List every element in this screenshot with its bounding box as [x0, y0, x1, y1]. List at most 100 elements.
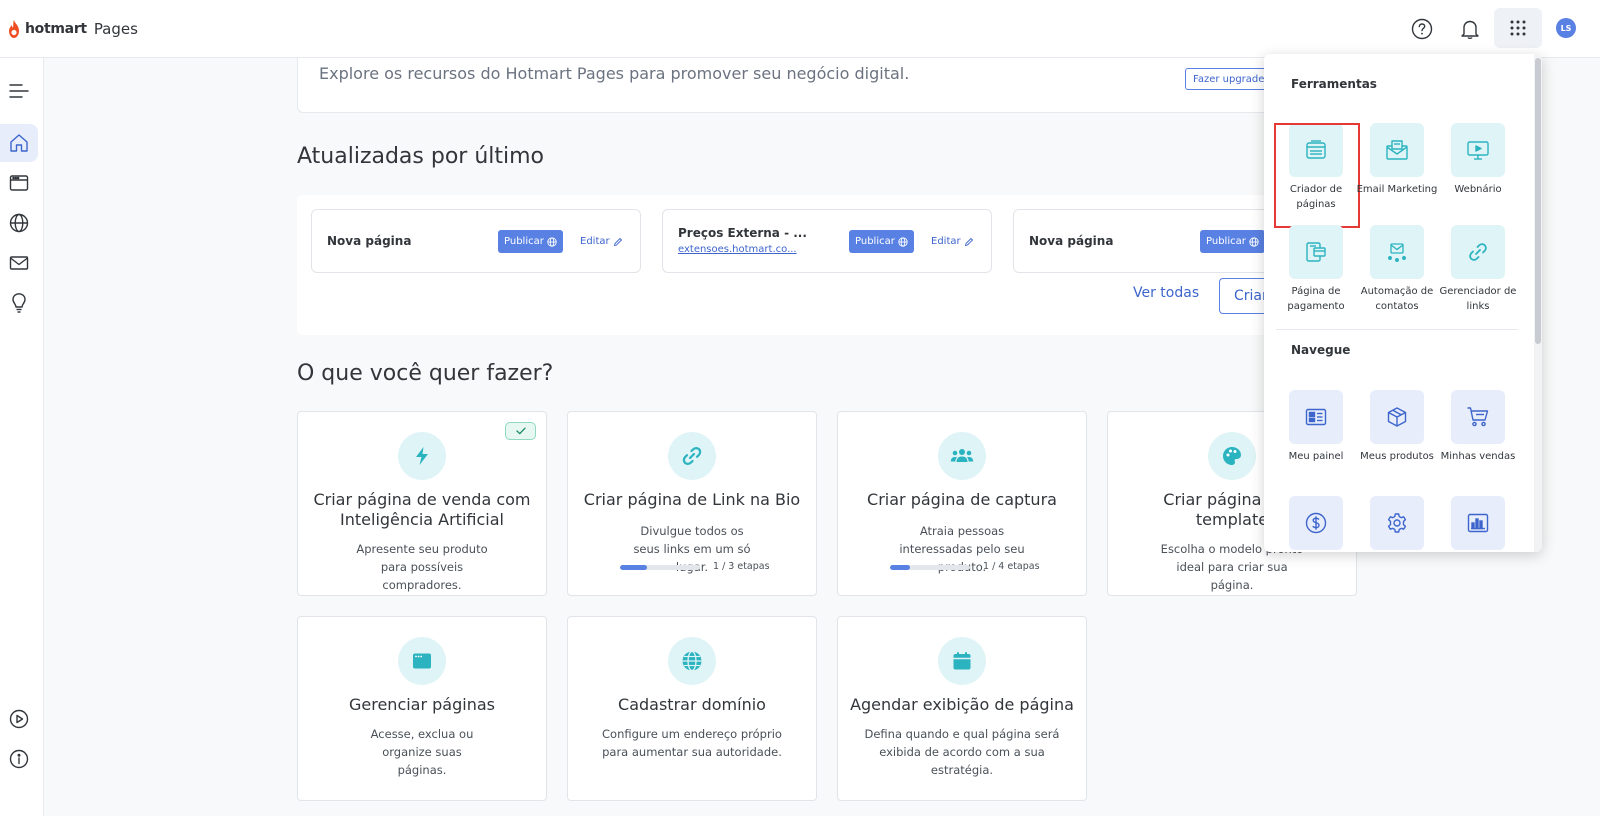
action-title: Agendar exibição de página: [850, 695, 1074, 714]
publish-button[interactable]: Publicar: [849, 230, 914, 253]
action-card-register-domain[interactable]: Cadastrar domínio Configure um endereço …: [567, 616, 817, 801]
pencil-icon: [613, 237, 622, 246]
pencil-icon: [964, 237, 973, 246]
tool-label: Página de pagamento: [1287, 286, 1345, 312]
progress-text: 1 / 4 etapas: [983, 561, 1040, 572]
globe-icon: [668, 637, 716, 685]
apps-dropdown-menu: Ferramentas Criador de páginas Email Mar…: [1264, 54, 1542, 552]
progress-bar: [890, 565, 970, 570]
upgrade-button[interactable]: Fazer upgrade: [1185, 68, 1273, 90]
nav-my-sales[interactable]: Minhas vendas: [1437, 390, 1519, 464]
tool-link-manager[interactable]: Gerenciador de links: [1437, 225, 1519, 314]
action-card-schedule-page[interactable]: Agendar exibição de página Defina quando…: [837, 616, 1087, 801]
recent-page-card[interactable]: Nova página Publicar Editar: [311, 209, 641, 273]
nav-my-dashboard[interactable]: Meu painel: [1275, 390, 1357, 464]
palette-icon: [1208, 432, 1256, 480]
product-name: Pages: [93, 20, 138, 38]
action-title: Cadastrar domínio: [618, 695, 766, 714]
publish-button[interactable]: Publicar: [498, 230, 563, 253]
actions-section-title: O que você quer fazer?: [297, 361, 554, 386]
info-icon[interactable]: [0, 740, 38, 778]
contact-automation-icon: [1370, 225, 1424, 279]
top-bar: hotmart Pages LS: [0, 0, 1600, 58]
tool-payment-page[interactable]: Página de pagamento: [1275, 225, 1357, 314]
apps-grid-icon[interactable]: [1494, 8, 1542, 48]
banner-text: Explore os recursos do Hotmart Pages par…: [319, 64, 910, 83]
bar-chart-icon: [1451, 496, 1505, 550]
publish-label: Publicar: [504, 236, 544, 247]
dropdown-scrollbar-thumb[interactable]: [1535, 58, 1541, 344]
window-icon: [398, 637, 446, 685]
nav-analytics[interactable]: [1437, 496, 1519, 550]
highlight-box: [1274, 123, 1360, 228]
globe-icon[interactable]: [0, 204, 38, 242]
hotmart-logo[interactable]: hotmart Pages: [6, 18, 138, 40]
help-icon[interactable]: [1406, 13, 1438, 45]
payment-page-icon: [1289, 225, 1343, 279]
action-description: Configure um endereço próprio para aumen…: [602, 727, 782, 759]
recent-page-card[interactable]: Preços Externa - ... extensoes.hotmart.c…: [662, 209, 992, 273]
bell-icon[interactable]: [1454, 13, 1486, 45]
mail-icon[interactable]: [0, 244, 38, 282]
recent-section-title: Atualizadas por último: [297, 144, 545, 169]
action-description: Acesse, exclua ou organize suas páginas.: [370, 727, 474, 777]
publish-label: Publicar: [855, 236, 895, 247]
edit-button[interactable]: Editar: [931, 230, 974, 253]
action-description: Defina quando e qual página será exibida…: [864, 727, 1060, 777]
action-card-link-in-bio[interactable]: Criar página de Link na Bio Divulgue tod…: [567, 411, 817, 596]
progress-row: 1 / 4 etapas: [890, 561, 1050, 573]
box-icon: [1370, 390, 1424, 444]
tool-webinar[interactable]: Webnário: [1437, 123, 1519, 197]
progress-fill: [620, 565, 647, 570]
nav-finance[interactable]: [1275, 496, 1357, 550]
edit-button[interactable]: Editar: [580, 230, 623, 253]
tool-label: Gerenciador de links: [1439, 286, 1517, 312]
tool-label: Automação de contatos: [1360, 286, 1434, 312]
tool-label: Webnário: [1454, 184, 1502, 195]
sidebar: [0, 58, 44, 816]
settings-icon: [1370, 496, 1424, 550]
action-card-manage-pages[interactable]: Gerenciar páginas Acesse, exclua ou orga…: [297, 616, 547, 801]
edit-label: Editar: [931, 236, 961, 247]
see-all-link[interactable]: Ver todas: [1133, 285, 1199, 301]
nav-label: Meu painel: [1288, 451, 1344, 462]
cart-icon: [1451, 390, 1505, 444]
email-marketing-icon: [1370, 123, 1424, 177]
dropdown-scrollbar[interactable]: [1534, 54, 1542, 552]
publish-label: Publicar: [1206, 236, 1246, 247]
tool-page-builder[interactable]: Criador de páginas: [1274, 123, 1360, 228]
calendar-icon: [938, 637, 986, 685]
nav-my-products[interactable]: Meus produtos: [1356, 390, 1438, 464]
progress-bar: [620, 565, 700, 570]
action-card-ai-sales-page[interactable]: Criar página de venda com Inteligência A…: [297, 411, 547, 596]
progress-text: 1 / 3 etapas: [713, 561, 770, 572]
dollar-icon: [1289, 496, 1343, 550]
menu-icon[interactable]: [0, 72, 38, 110]
avatar[interactable]: LS: [1556, 18, 1576, 38]
globe-icon: [1249, 236, 1259, 247]
publish-button[interactable]: Publicar: [1200, 230, 1265, 253]
recent-page-name: Nova página: [1029, 234, 1114, 248]
action-description: Apresente seu produto para possíveis com…: [356, 542, 488, 592]
brand-name: hotmart: [25, 21, 87, 37]
action-card-capture-page[interactable]: Criar página de captura Atraia pessoas i…: [837, 411, 1087, 596]
edit-label: Editar: [580, 236, 610, 247]
flame-icon: [9, 20, 19, 38]
home-icon[interactable]: [0, 124, 38, 162]
play-circle-icon[interactable]: [0, 700, 38, 738]
link-icon: [668, 432, 716, 480]
progress-row: 1 / 3 etapas: [620, 561, 780, 573]
tool-contact-automation[interactable]: Automação de contatos: [1356, 225, 1438, 314]
globe-icon: [547, 236, 557, 247]
browser-window-icon[interactable]: [0, 164, 38, 202]
action-title: Criar página de Link na Bio: [583, 490, 801, 509]
tools-heading: Ferramentas: [1291, 77, 1377, 91]
nav-settings[interactable]: [1356, 496, 1438, 550]
upgrade-banner: Explore os recursos do Hotmart Pages par…: [297, 58, 1357, 113]
recent-page-link[interactable]: extensoes.hotmart.co...: [678, 244, 797, 255]
lightbulb-icon[interactable]: [0, 284, 38, 322]
tool-email-marketing[interactable]: Email Marketing: [1356, 123, 1438, 197]
tool-label: Email Marketing: [1356, 184, 1438, 195]
action-title: Gerenciar páginas: [348, 695, 495, 714]
recent-page-name: Nova página: [327, 234, 412, 248]
